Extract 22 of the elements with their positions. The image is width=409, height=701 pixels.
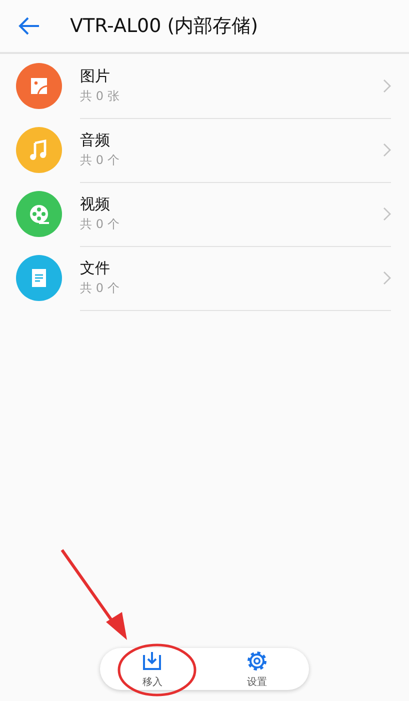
- chevron-icon: [383, 78, 391, 92]
- category-item[interactable]: 图片 共 0 张: [0, 54, 409, 118]
- action-button[interactable]: 设置: [236, 648, 277, 690]
- item-count: 共 0 张: [80, 88, 120, 104]
- page-title: VTR-AL00 (内部存储): [70, 14, 258, 39]
- category-name: 音频: [80, 130, 111, 150]
- category-item[interactable]: 音频 共 0 个: [0, 118, 409, 182]
- settings-icon: [244, 649, 269, 673]
- category-name: 图片: [80, 66, 111, 86]
- category-item[interactable]: 文件 共 0 个: [0, 246, 409, 310]
- item-count: 共 0 个: [80, 152, 120, 168]
- action-button[interactable]: 移入: [132, 648, 172, 690]
- chevron-icon: [383, 206, 391, 220]
- category-name: 视频: [80, 194, 111, 214]
- category-name: 文件: [80, 258, 111, 278]
- back-arrow-icon: [18, 17, 40, 35]
- item-count: 共 0 个: [80, 280, 120, 296]
- item-count: 共 0 个: [80, 216, 120, 232]
- category-item[interactable]: 视频 共 0 个: [0, 182, 409, 246]
- back-button[interactable]: [18, 17, 40, 35]
- chevron-icon: [383, 142, 391, 156]
- chevron-icon: [383, 270, 391, 284]
